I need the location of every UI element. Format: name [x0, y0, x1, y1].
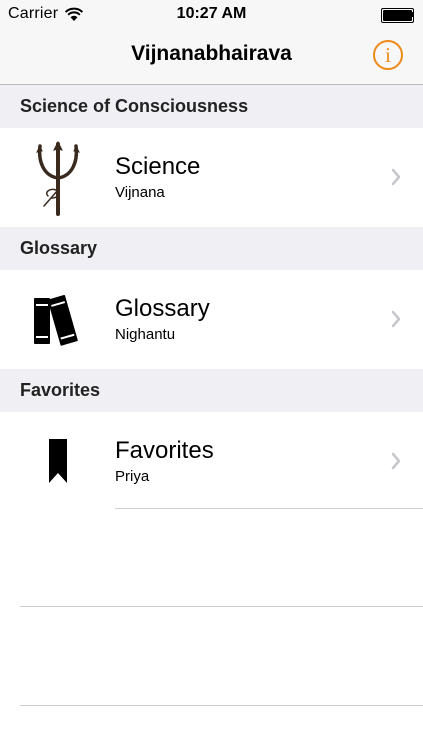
section-header-label: Science of Consciousness	[20, 96, 249, 116]
list-item-title: Glossary	[115, 295, 210, 322]
row-separator	[20, 705, 423, 706]
battery-icon	[381, 8, 415, 23]
trident-icon	[20, 140, 96, 216]
chevron-right-icon	[391, 168, 401, 186]
info-button[interactable]: i	[373, 40, 403, 70]
list-item-subtitle: Priya	[115, 468, 150, 485]
row-separator	[20, 606, 423, 607]
books-icon	[20, 282, 96, 358]
list-item-subtitle: Nighantu	[115, 326, 176, 343]
row-separator	[115, 508, 423, 509]
list-item-title: Favorites	[115, 437, 214, 464]
list-item-subtitle: Vijnana	[115, 184, 165, 201]
page-title: Vijnanabhairava	[131, 42, 292, 65]
chevron-right-icon	[391, 452, 401, 470]
list-item-glossary[interactable]: Glossary Nighantu	[0, 270, 423, 369]
section-header-glossary: Glossary	[0, 227, 423, 270]
section-header-label: Glossary	[20, 238, 98, 258]
info-icon: i	[385, 42, 391, 67]
list-item-favorites[interactable]: Favorites Priya	[0, 412, 423, 511]
status-time: 10:27 AM	[176, 5, 247, 22]
section-header-label: Favorites	[20, 380, 101, 400]
navigation-bar: Vijnanabhairava i	[0, 28, 423, 85]
chevron-right-icon	[391, 310, 401, 328]
list-item-title: Science	[115, 153, 201, 180]
status-bar: Carrier 10:27 AM	[0, 0, 423, 28]
list-item-science[interactable]: Science Vijnana	[0, 128, 423, 227]
bookmark-icon	[20, 424, 96, 500]
section-header-favorites: Favorites	[0, 369, 423, 412]
section-header-science: Science of Consciousness	[0, 85, 423, 128]
